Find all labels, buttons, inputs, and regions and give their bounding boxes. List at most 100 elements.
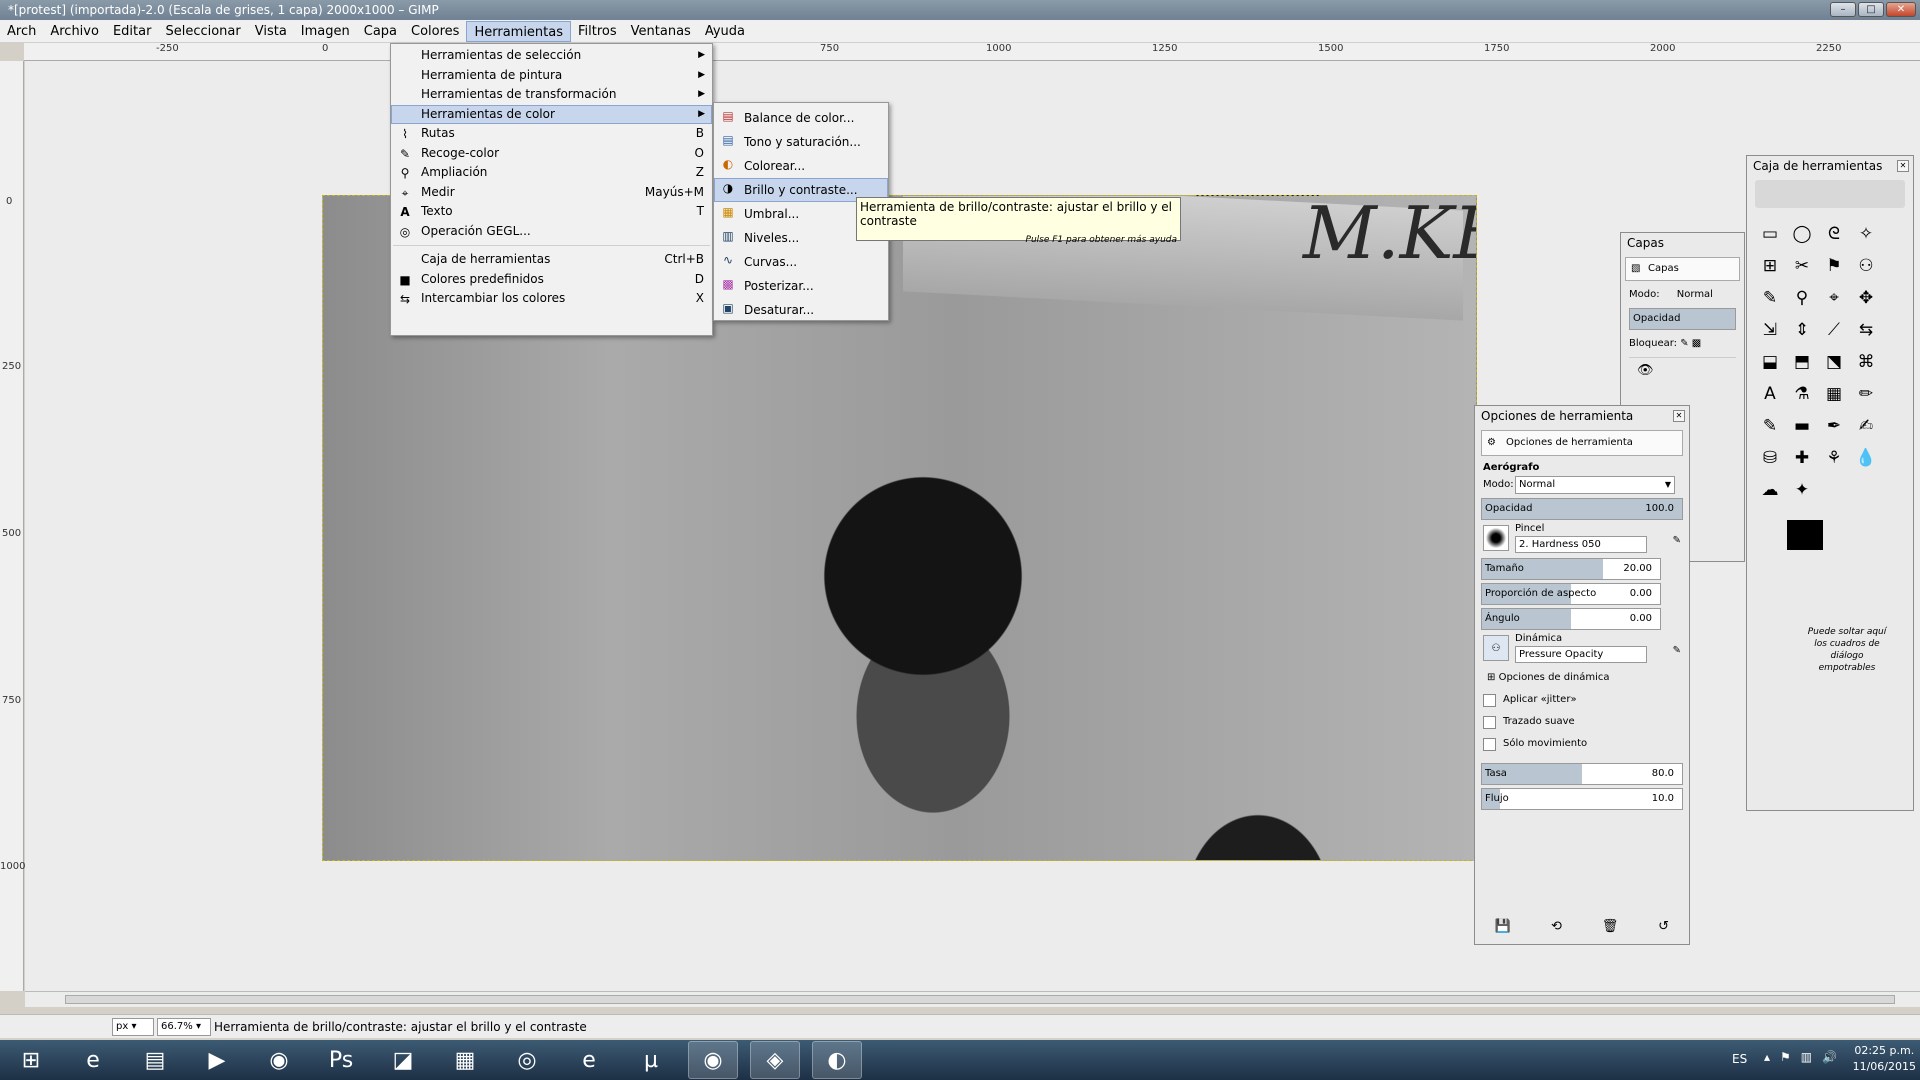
tool-button-11[interactable]: ✥: [1851, 282, 1881, 314]
menu-item-paths[interactable]: ⌇ Rutas B: [391, 124, 712, 144]
taskbar-app-7[interactable]: ▦: [440, 1041, 490, 1079]
brush-preview[interactable]: [1483, 525, 1509, 551]
visibility-eye-icon[interactable]: 👁: [1637, 363, 1654, 378]
menu-vista[interactable]: Vista: [248, 21, 294, 42]
menu-ventanas[interactable]: Ventanas: [624, 21, 698, 42]
tool-button-23[interactable]: ✏: [1851, 378, 1881, 410]
tab-tool-options[interactable]: ⚙ Opciones de herramienta: [1481, 430, 1683, 456]
menu-item-toolbox[interactable]: Caja de herramientas Ctrl+B: [391, 250, 712, 270]
menu-item-selection-tools[interactable]: Herramientas de selección ▶: [391, 46, 712, 66]
language-indicator[interactable]: ES: [1732, 1052, 1747, 1066]
maximize-button[interactable]: □: [1858, 2, 1884, 17]
brush-name[interactable]: 2. Hardness 050: [1515, 536, 1647, 553]
tool-button-21[interactable]: ⚗: [1787, 378, 1817, 410]
menu-item-color-balance[interactable]: ▤ Balance de color...: [714, 106, 888, 130]
tool-button-33[interactable]: ✦: [1787, 474, 1817, 506]
zoom-select[interactable]: 66.7% ▾: [157, 1018, 211, 1036]
menu-item-colorize[interactable]: ◐ Colorear...: [714, 154, 888, 178]
tool-button-16[interactable]: ⬓: [1755, 346, 1785, 378]
mode-select[interactable]: Normal ▼: [1515, 476, 1675, 494]
tool-button-1[interactable]: ◯: [1787, 218, 1817, 250]
taskbar-app-9[interactable]: e: [564, 1041, 614, 1079]
taskbar-app-1[interactable]: e: [68, 1041, 118, 1079]
taskbar-app-4[interactable]: ◉: [254, 1041, 304, 1079]
rate-slider[interactable]: Tasa 80.0: [1481, 763, 1683, 785]
menu-colores[interactable]: Colores: [404, 21, 466, 42]
taskbar-app-11[interactable]: ◉: [688, 1041, 738, 1079]
tool-button-17[interactable]: ⬒: [1787, 346, 1817, 378]
taskbar-app-5[interactable]: Ps: [316, 1041, 366, 1079]
tool-button-32[interactable]: ☁: [1755, 474, 1785, 506]
tool-button-27[interactable]: ✍: [1851, 410, 1881, 442]
tool-button-19[interactable]: ⌘: [1851, 346, 1881, 378]
taskbar-app-13[interactable]: ◐: [812, 1041, 862, 1079]
tool-button-24[interactable]: ✎: [1755, 410, 1785, 442]
clock[interactable]: 02:25 p.m. 11/06/2015: [1853, 1043, 1916, 1075]
minimize-button[interactable]: –: [1830, 2, 1856, 17]
tool-button-10[interactable]: ⌖: [1819, 282, 1849, 314]
menu-item-paint-tools[interactable]: Herramienta de pintura ▶: [391, 66, 712, 86]
close-icon[interactable]: ✕: [1673, 410, 1685, 422]
save-options-icon[interactable]: 💾: [1495, 919, 1511, 934]
paint-lock-icon[interactable]: ✎: [1680, 338, 1688, 349]
taskbar-app-0[interactable]: ⊞: [6, 1041, 56, 1079]
delete-options-icon[interactable]: 🗑: [1602, 919, 1619, 934]
tool-button-18[interactable]: ⬔: [1819, 346, 1849, 378]
tool-button-28[interactable]: ⛁: [1755, 442, 1785, 474]
menu-herramientas[interactable]: Herramientas: [466, 20, 572, 42]
tool-button-31[interactable]: 💧: [1851, 442, 1881, 474]
taskbar-app-8[interactable]: ◎: [502, 1041, 552, 1079]
tool-button-8[interactable]: ✎: [1755, 282, 1785, 314]
tool-button-12[interactable]: ⇲: [1755, 314, 1785, 346]
tool-button-20[interactable]: A: [1755, 378, 1785, 410]
edit-brush-icon[interactable]: ✎: [1673, 535, 1681, 546]
menu-imagen[interactable]: Imagen: [294, 21, 357, 42]
tool-button-2[interactable]: ᘓ: [1819, 218, 1849, 250]
tool-button-3[interactable]: ✧: [1851, 218, 1881, 250]
opacity-slider[interactable]: Opacidad 100.0: [1481, 498, 1683, 520]
menu-item-zoom[interactable]: ⚲ Ampliación Z: [391, 163, 712, 183]
menu-capa[interactable]: Capa: [357, 21, 404, 42]
menu-archivo[interactable]: Archivo: [43, 21, 106, 42]
layers-opacity-slider[interactable]: Opacidad: [1629, 308, 1736, 330]
angle-slider[interactable]: Ángulo 0.00: [1481, 608, 1661, 630]
taskbar-app-2[interactable]: ▤: [130, 1041, 180, 1079]
tool-button-29[interactable]: ✚: [1787, 442, 1817, 474]
menu-item-posterize[interactable]: ▩ Posterizar...: [714, 274, 888, 298]
menu-item-hue-saturation[interactable]: ▤ Tono y saturación...: [714, 130, 888, 154]
foreground-color-swatch[interactable]: [1787, 520, 1823, 550]
size-slider[interactable]: Tamaño 20.00: [1481, 558, 1661, 580]
restore-options-icon[interactable]: ⟲: [1551, 919, 1562, 934]
tool-button-5[interactable]: ✂: [1787, 250, 1817, 282]
menu-item-color-picker[interactable]: ✎ Recoge-color O: [391, 144, 712, 164]
tool-button-4[interactable]: ⊞: [1755, 250, 1785, 282]
tool-button-13[interactable]: ⇕: [1787, 314, 1817, 346]
tool-button-15[interactable]: ⇆: [1851, 314, 1881, 346]
menu-item-desaturate[interactable]: ▣ Desaturar...: [714, 298, 888, 322]
dynamics-name[interactable]: Pressure Opacity: [1515, 646, 1647, 663]
edit-dynamics-icon[interactable]: ✎: [1673, 645, 1681, 656]
menu-item-text[interactable]: A Texto T: [391, 202, 712, 222]
close-icon[interactable]: ✕: [1897, 160, 1909, 172]
menu-filtros[interactable]: Filtros: [571, 21, 624, 42]
tool-button-25[interactable]: ▬: [1787, 410, 1817, 442]
menu-item-swap-colors[interactable]: ⇆ Intercambiar los colores X: [391, 289, 712, 309]
menu-ayuda[interactable]: Ayuda: [698, 21, 752, 42]
tool-button-22[interactable]: ▦: [1819, 378, 1849, 410]
layer-row[interactable]: 👁: [1629, 357, 1736, 383]
close-window-button[interactable]: ✕: [1886, 2, 1916, 17]
tool-button-30[interactable]: ⚘: [1819, 442, 1849, 474]
motion-only-checkbox[interactable]: Sólo movimiento: [1475, 733, 1689, 755]
menu-arch[interactable]: Arch: [0, 21, 43, 42]
flow-slider[interactable]: Flujo 10.0: [1481, 788, 1683, 810]
unit-select[interactable]: px ▾: [112, 1018, 154, 1036]
tool-button-26[interactable]: ✒: [1819, 410, 1849, 442]
taskbar-app-6[interactable]: ◪: [378, 1041, 428, 1079]
taskbar-app-10[interactable]: µ: [626, 1041, 676, 1079]
alpha-lock-icon[interactable]: ▩: [1692, 338, 1701, 349]
taskbar-app-12[interactable]: ◈: [750, 1041, 800, 1079]
tool-button-14[interactable]: ⟋: [1819, 314, 1849, 346]
tab-layers[interactable]: ▧ Capas: [1625, 257, 1740, 281]
menu-item-curves[interactable]: ∿ Curvas...: [714, 250, 888, 274]
dynamics-options-expander[interactable]: ⊞ Opciones de dinámica: [1475, 667, 1689, 689]
